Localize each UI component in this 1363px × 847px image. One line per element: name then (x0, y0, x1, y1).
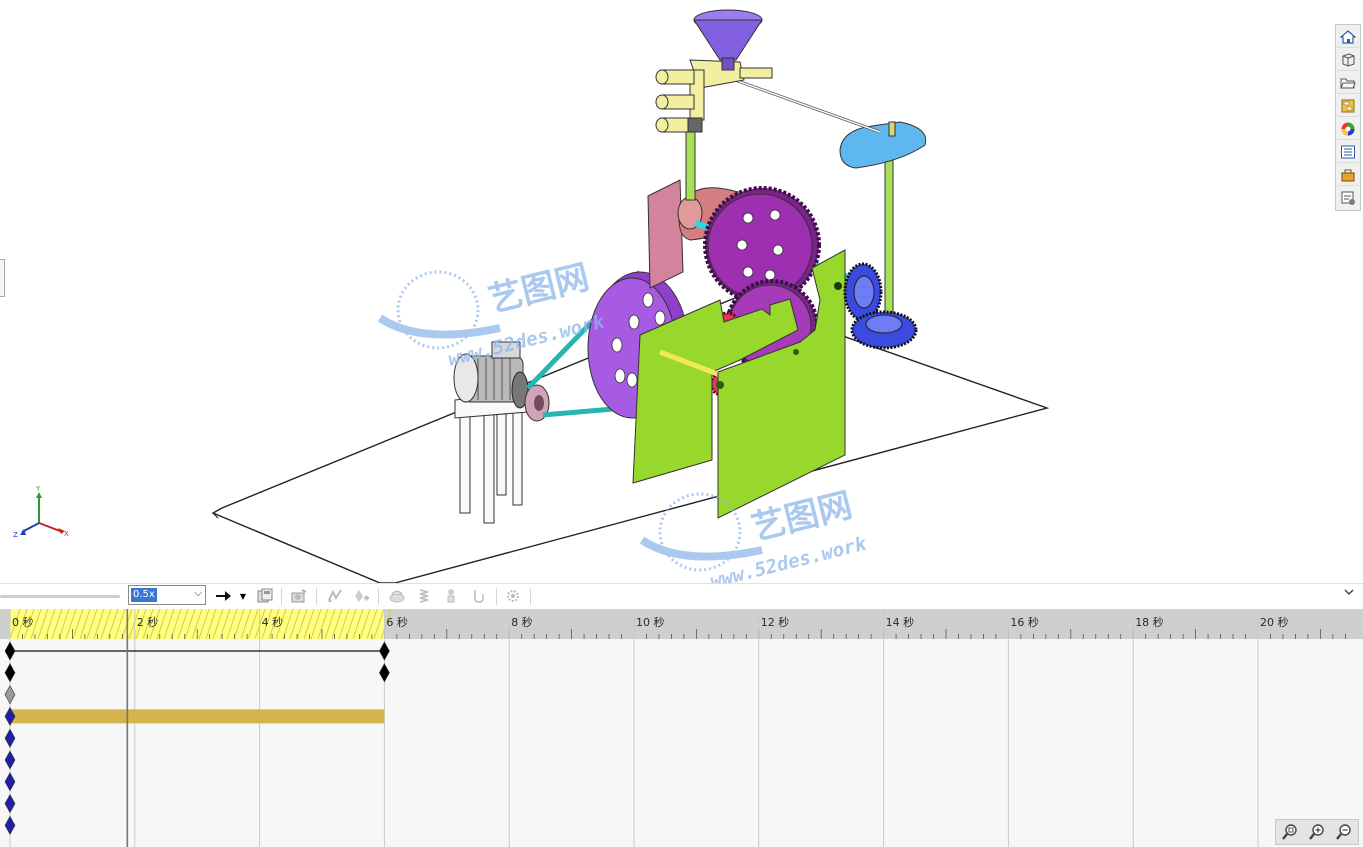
ruler-tick-label: 0 秒 (12, 616, 34, 629)
ruler-tick-label: 12 秒 (760, 616, 790, 629)
zoom-in-icon[interactable] (1306, 822, 1328, 842)
watermark-brand-1: 艺图网 (485, 257, 594, 320)
timeline-key-point[interactable] (4, 750, 16, 770)
triad-x-label: X (64, 530, 69, 538)
add-update-key-icon[interactable] (350, 586, 372, 606)
ruler-tick-label: 2 秒 (136, 616, 159, 629)
chevron-down-icon[interactable]: ⌵ (194, 588, 202, 599)
graphics-area[interactable]: Y X Z 艺图网 www.52des.work 艺图网 www.52des.w… (0, 0, 1363, 583)
view-triad: Y X Z (13, 485, 69, 539)
motion-timeline[interactable]: 0 秒 2 秒 4 秒 6 秒 8 秒 10 秒 12 秒 14 秒 16 秒 18 秒 20 秒 (0, 609, 1363, 847)
zoom-to-fit-icon[interactable] (1279, 822, 1301, 842)
toolbox-icon[interactable] (1337, 164, 1359, 186)
top-cam[interactable] (839, 121, 927, 169)
watermark-logo-1: 艺图网 www.52des.work (377, 257, 608, 371)
timeline-key-point[interactable] (4, 772, 16, 792)
ruler-tick-label: 18 秒 (1135, 616, 1164, 629)
timeline-key-point[interactable] (4, 663, 16, 683)
motor-icon[interactable] (386, 586, 408, 606)
ruler-tick-label: 8 秒 (511, 616, 533, 629)
save-animation-icon[interactable] (254, 586, 276, 606)
design-library-icon[interactable] (1337, 95, 1359, 117)
timeline-key-point[interactable] (4, 684, 16, 705)
dropdown-caret-icon[interactable]: ▼ (238, 586, 248, 606)
chevron-down-icon[interactable] (1343, 586, 1355, 602)
timeline-key-point[interactable] (379, 641, 390, 661)
animation-wizard-icon[interactable] (288, 586, 310, 606)
motor-stand[interactable] (454, 391, 529, 524)
playback-speed-value: 0.5x (131, 588, 157, 602)
zoom-out-icon[interactable] (1333, 822, 1355, 842)
ruler-tick-label: 6 秒 (386, 616, 408, 629)
appearance-icon[interactable] (1337, 118, 1359, 140)
forum-icon[interactable] (1337, 187, 1359, 209)
parts-3d-icon[interactable] (1337, 49, 1359, 71)
home-icon[interactable] (1337, 26, 1359, 48)
spring-icon[interactable] (413, 586, 435, 606)
ruler-tick-label: 10 秒 (636, 616, 665, 629)
ruler-tick-label: 4 秒 (261, 616, 284, 629)
play-arrow-icon[interactable] (212, 586, 234, 606)
timeline-key-point[interactable] (4, 641, 16, 661)
playback-speed-select[interactable]: 0.5x ⌵ (128, 585, 206, 605)
timeline-grid[interactable] (0, 609, 1363, 847)
pink-support-plate[interactable] (647, 179, 684, 289)
timeline-zoom-controls (1275, 819, 1359, 845)
timeline-change-bar (10, 709, 385, 724)
triad-z-label: Z (13, 531, 18, 539)
bevel-gears[interactable] (843, 262, 918, 350)
timeline-key-point[interactable] (4, 815, 16, 836)
autokey-icon[interactable] (324, 586, 346, 606)
ruler-tick-label: 20 秒 (1260, 616, 1289, 629)
properties-icon[interactable] (502, 586, 524, 606)
playback-slider[interactable] (0, 595, 120, 598)
triad-y-label: Y (35, 485, 41, 493)
vertical-push-rod[interactable] (685, 129, 696, 201)
ruler-tick-label: 16 秒 (1010, 616, 1039, 629)
contact-icon[interactable] (440, 586, 462, 606)
timeline-key-point[interactable] (4, 793, 16, 814)
timeline-key-point[interactable] (4, 728, 16, 748)
motion-manager-toolbar: 0.5x ⌵ ▼ (0, 583, 1363, 610)
feature-manager-flyout-handle[interactable] (0, 259, 5, 297)
gravity-icon[interactable] (467, 586, 489, 606)
folder-open-icon[interactable] (1337, 72, 1359, 94)
model-scene[interactable]: Y X Z 艺图网 www.52des.work 艺图网 www.52des.w… (0, 0, 1363, 583)
ruler-tick-label: 14 秒 (885, 616, 915, 629)
vertical-shaft-right[interactable] (884, 139, 894, 326)
custom-properties-icon[interactable] (1337, 141, 1359, 163)
task-pane (1335, 24, 1361, 211)
dispensing-head[interactable] (655, 59, 773, 133)
timeline-key-point[interactable] (379, 663, 390, 683)
